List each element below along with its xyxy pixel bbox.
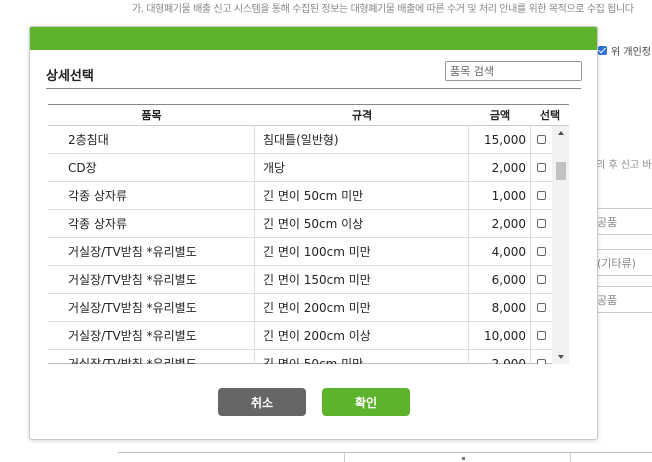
modal-title: 상세선택	[46, 69, 94, 84]
column-header-select: 선택	[539, 109, 561, 122]
item-name: 거실장/TV받침 *유리별도	[48, 266, 255, 293]
item-spec: 긴 면이 50cm 미만	[255, 350, 469, 364]
item-price: 2,000	[469, 154, 531, 181]
select-checkbox[interactable]	[537, 303, 546, 312]
table-header: 품목 규격 금액 선택	[48, 105, 569, 126]
item-spec: 긴 면이 200cm 미만	[255, 294, 469, 321]
select-checkbox[interactable]	[537, 275, 546, 284]
item-spec: 긴 면이 200cm 이상	[255, 322, 469, 349]
background-field-3[interactable]: 공품	[590, 286, 652, 313]
item-price: 6,000	[469, 266, 531, 293]
table-scrollbar[interactable]	[552, 126, 569, 364]
background-consent[interactable]: 위 개인정	[598, 43, 651, 58]
table-row[interactable]: 각종 상자류 긴 면이 50cm 미만 1,000	[48, 182, 552, 210]
select-cell	[531, 182, 552, 209]
item-name: CD장	[48, 154, 255, 181]
select-cell	[531, 266, 552, 293]
scrollbar-thumb[interactable]	[556, 162, 566, 180]
table-row[interactable]: CD장 개당 2,000	[48, 154, 552, 182]
table-row[interactable]: 2층침대 침대틀(일반형) 15,000	[48, 126, 552, 154]
item-price: 4,000	[469, 238, 531, 265]
background-table-divider	[344, 453, 345, 462]
select-cell	[531, 294, 552, 321]
item-spec: 개당	[255, 154, 469, 181]
item-table: 품목 규격 금액 선택 2층침대 침대틀(일반형) 15,000 CD장 개당 …	[48, 104, 569, 364]
detail-select-modal: 상세선택 품목 규격 금액 선택 2층침대 침대틀(일반형) 15,000 CD…	[29, 26, 598, 440]
table-row[interactable]: 각종 상자류 긴 면이 50cm 이상 2,000	[48, 210, 552, 238]
item-name: 2층침대	[48, 126, 255, 153]
column-header-item: 품목	[141, 109, 162, 122]
select-cell	[531, 350, 552, 364]
background-field-1[interactable]: 공품	[590, 208, 652, 235]
select-cell	[531, 154, 552, 181]
column-header-spec: 규격	[351, 109, 373, 122]
table-row[interactable]: 거실장/TV받침 *유리별도 긴 면이 200cm 미만 8,000	[48, 294, 552, 322]
item-name: 거실장/TV받침 *유리별도	[48, 294, 255, 321]
consent-checkbox-checked-icon[interactable]	[598, 46, 607, 55]
select-checkbox[interactable]	[537, 219, 546, 228]
item-search-input[interactable]	[445, 61, 582, 81]
item-price: 2,000	[469, 350, 531, 364]
item-price: 15,000	[469, 126, 531, 153]
background-table-divider	[570, 453, 571, 462]
consent-label: 위 개인정	[611, 47, 651, 58]
item-name: 각종 상자류	[48, 210, 255, 237]
item-spec: 긴 면이 150cm 미만	[255, 266, 469, 293]
item-price: 10,000	[469, 322, 531, 349]
select-cell	[531, 238, 552, 265]
background-note: 의 후 신고 바	[596, 160, 652, 171]
select-checkbox[interactable]	[537, 135, 546, 144]
select-checkbox[interactable]	[537, 247, 546, 256]
modal-header-bar	[30, 27, 597, 50]
item-spec: 긴 면이 50cm 미만	[255, 182, 469, 209]
select-cell	[531, 322, 552, 349]
background-notice-text: 가. 대형폐기물 배출 신고 시스템을 통해 수집된 정보는 대형폐기물 배출에…	[132, 4, 634, 14]
item-price: 8,000	[469, 294, 531, 321]
background-table	[118, 452, 652, 462]
select-checkbox[interactable]	[537, 191, 546, 200]
column-header-price: 금액	[489, 109, 511, 122]
item-name: 거실장/TV받침 *유리별도	[48, 238, 255, 265]
select-cell	[531, 126, 552, 153]
item-name: 거실장/TV받침 *유리별도	[48, 350, 255, 364]
item-name: 거실장/TV받침 *유리별도	[48, 322, 255, 349]
item-name: 각종 상자류	[48, 182, 255, 209]
title-divider	[46, 88, 581, 89]
select-cell	[531, 210, 552, 237]
table-row[interactable]: 거실장/TV받침 *유리별도 긴 면이 100cm 미만 4,000	[48, 238, 552, 266]
item-price: 2,000	[469, 210, 531, 237]
item-spec: 긴 면이 100cm 미만	[255, 238, 469, 265]
scroll-up-arrow-icon[interactable]	[552, 126, 569, 140]
table-row[interactable]: 거실장/TV받침 *유리별도 긴 면이 150cm 미만 6,000	[48, 266, 552, 294]
background-table-mark	[462, 457, 465, 460]
item-price: 1,000	[469, 182, 531, 209]
table-body[interactable]: 2층침대 침대틀(일반형) 15,000 CD장 개당 2,000 각종 상자류…	[48, 126, 552, 364]
item-spec: 침대틀(일반형)	[255, 126, 469, 153]
table-row[interactable]: 거실장/TV받침 *유리별도 긴 면이 50cm 미만 2,000	[48, 350, 552, 364]
select-checkbox[interactable]	[537, 331, 546, 340]
cancel-button[interactable]: 취소	[218, 388, 306, 416]
confirm-button[interactable]: 확인	[322, 388, 410, 416]
select-checkbox[interactable]	[537, 163, 546, 172]
item-spec: 긴 면이 50cm 이상	[255, 210, 469, 237]
background-field-2[interactable]: (기타류)	[590, 249, 652, 276]
scroll-down-arrow-icon[interactable]	[552, 350, 569, 364]
table-row[interactable]: 거실장/TV받침 *유리별도 긴 면이 200cm 이상 10,000	[48, 322, 552, 350]
select-checkbox[interactable]	[537, 359, 546, 364]
